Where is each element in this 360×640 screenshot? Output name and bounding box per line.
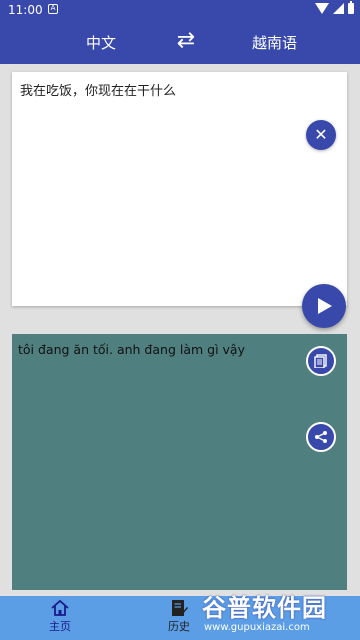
swap-icon: ⇄ xyxy=(176,28,196,53)
wifi-icon xyxy=(315,3,329,14)
battery-icon xyxy=(348,1,354,14)
translate-button[interactable] xyxy=(302,284,346,328)
translation-result-area: tôi đang ăn tối. anh đang làm gì vậy xyxy=(12,334,347,590)
history-icon xyxy=(172,600,188,616)
nav-history-label: 历史 xyxy=(168,620,190,633)
send-icon xyxy=(318,298,332,314)
close-icon: ✕ xyxy=(314,125,328,144)
clear-button[interactable]: ✕ xyxy=(306,120,336,150)
watermark-title: 谷普软件园 xyxy=(202,594,327,622)
source-text-area[interactable]: 我在吃饭，你现在在干什么 ✕ xyxy=(12,72,347,306)
share-button[interactable] xyxy=(306,422,336,452)
source-text[interactable]: 我在吃饭，你现在在干什么 xyxy=(20,80,176,99)
app-bar: 中文 ⇄ 越南语 xyxy=(0,20,360,64)
status-icons xyxy=(315,1,354,14)
translation-text: tôi đang ăn tối. anh đang làm gì vậy xyxy=(18,342,245,357)
copy-icon xyxy=(314,354,327,368)
signal-icon xyxy=(333,3,344,14)
source-language-selector[interactable]: 中文 xyxy=(86,32,116,53)
watermark-url: www.gupuxiazai.com xyxy=(204,622,310,633)
status-time: 11:00 xyxy=(8,3,43,17)
share-icon xyxy=(315,431,327,443)
copy-button[interactable] xyxy=(306,346,336,376)
swap-languages-button[interactable]: ⇄ xyxy=(172,28,200,56)
nav-home[interactable]: 主页 xyxy=(35,598,85,634)
target-language-selector[interactable]: 越南语 xyxy=(252,32,297,53)
app-notification-icon: A xyxy=(48,4,58,14)
nav-home-label: 主页 xyxy=(49,620,71,633)
home-icon xyxy=(51,599,69,616)
status-bar: 11:00 A xyxy=(0,0,360,20)
watermark: 谷普软件园 www.gupuxiazai.com xyxy=(196,582,360,640)
